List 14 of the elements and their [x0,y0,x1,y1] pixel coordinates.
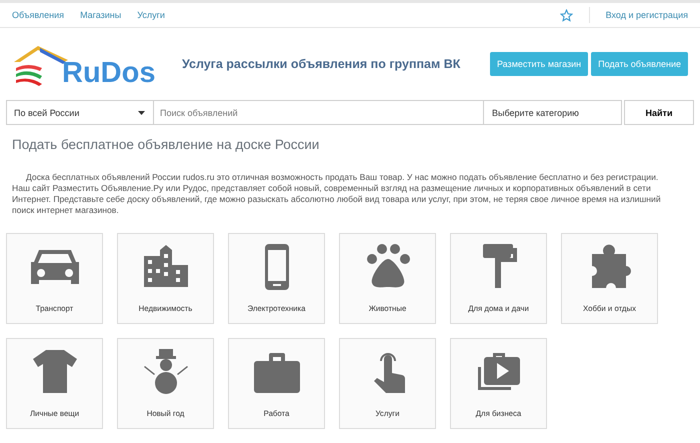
search-field[interactable]: Поиск объявлений [154,100,484,125]
region-select[interactable]: По всей России [6,100,154,125]
star-icon[interactable] [560,8,573,22]
logo-text: RuDos [62,59,156,88]
category-select[interactable]: Выберите категорию [484,100,622,125]
tagline: Услуга рассылки объявления по группам ВК [182,57,462,71]
login-link[interactable]: Вход и регистрация [606,10,688,20]
intro-paragraph: Доска бесплатных объявлений России rudos.ru это отличная возможность продать Ваш товар. У нас можно подать объявление бесплатно и без регистрации. Наш сайт Разместить Объявление.Ру или Рудос, представляет собой новый, современный взгляд на размещение личных и корпоративных объявлений в сети Интернет. Представьте себе доску объявлений, где можно разыскать абсолютно любой вид товара или услуг, при этом, не теряя свое личное время на излишний поиск интернет магазинов. [12,172,662,216]
nav-link[interactable]: Магазины [80,10,122,20]
nav-link[interactable]: Услуги [137,10,165,20]
caret-icon [138,110,145,114]
page-heading: Подать бесплатное объявление на доске России [12,137,320,152]
find-button[interactable]: Найти [624,100,694,125]
nav-link[interactable]: Объявления [12,10,64,20]
